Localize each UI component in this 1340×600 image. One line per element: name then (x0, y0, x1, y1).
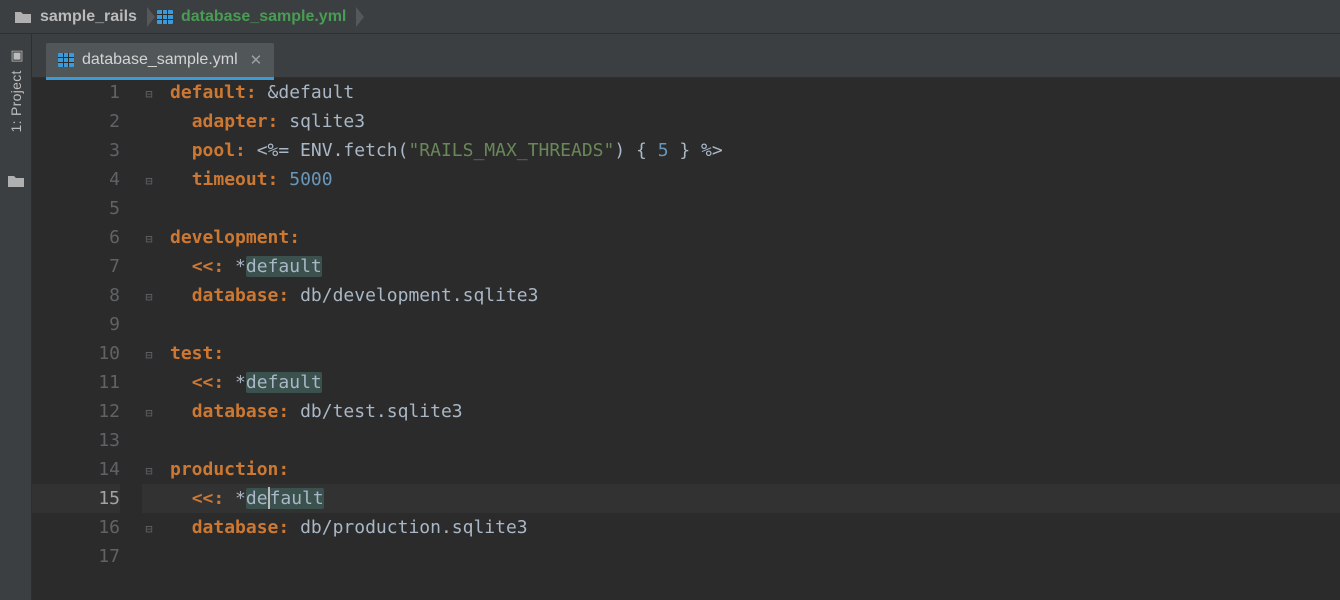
line-number: 11 (32, 368, 120, 397)
fold-cell: ⊟ (142, 78, 170, 107)
line-number: 7 (32, 252, 120, 281)
fold-cell (142, 136, 170, 165)
fold-close-icon[interactable]: ⊟ (142, 515, 156, 544)
fold-cell: ⊟ (142, 397, 170, 426)
line-number: 3 (32, 136, 120, 165)
table-icon (58, 53, 74, 67)
fold-close-icon[interactable]: ⊟ (142, 167, 156, 196)
fold-cell (142, 107, 170, 136)
fold-cell (142, 252, 170, 281)
line-number: 15 (32, 484, 120, 513)
line-number: 17 (32, 542, 120, 571)
code-line[interactable]: timeout: 5000 (170, 165, 1340, 194)
code-line[interactable]: default: &default (170, 78, 1340, 107)
line-number: 9 (32, 310, 120, 339)
fold-cell (142, 542, 170, 571)
code-line[interactable] (170, 310, 1340, 339)
line-number: 4 (32, 165, 120, 194)
fold-close-icon[interactable]: ⊟ (142, 283, 156, 312)
line-number: 10 (32, 339, 120, 368)
code-line[interactable] (170, 194, 1340, 223)
editor-tab-bar: database_sample.yml ✕ (32, 34, 1340, 78)
code-line[interactable]: development: (170, 223, 1340, 252)
line-number: 1 (32, 78, 120, 107)
fold-cell: ⊟ (142, 513, 170, 542)
code-content[interactable]: default: &default adapter: sqlite3 pool:… (170, 78, 1340, 600)
line-number-gutter: 1234567891011121314151617 (32, 78, 142, 600)
fold-close-icon[interactable]: ⊟ (142, 399, 156, 428)
fold-cell: ⊟ (142, 223, 170, 252)
close-icon[interactable]: ✕ (250, 51, 263, 69)
code-line[interactable] (170, 542, 1340, 571)
fold-cell (142, 484, 170, 513)
tab-label: database_sample.yml (82, 51, 238, 69)
line-number: 2 (32, 107, 120, 136)
line-number: 8 (32, 281, 120, 310)
editor-area: database_sample.yml ✕ 123456789101112131… (32, 34, 1340, 600)
code-line[interactable]: production: (170, 455, 1340, 484)
line-number: 13 (32, 426, 120, 455)
breadcrumb-label: sample_rails (40, 8, 137, 26)
line-number: 12 (32, 397, 120, 426)
code-line[interactable]: adapter: sqlite3 (170, 107, 1340, 136)
fold-cell: ⊟ (142, 455, 170, 484)
fold-cell: ⊟ (142, 339, 170, 368)
code-editor[interactable]: 1234567891011121314151617 ⊟ ⊟ ⊟ ⊟ ⊟ ⊟ ⊟ … (32, 78, 1340, 600)
line-number: 14 (32, 455, 120, 484)
folder-icon[interactable] (7, 172, 25, 193)
tool-window-strip: 1: Project ▣ (0, 34, 32, 600)
code-line[interactable]: <<: *default (170, 368, 1340, 397)
fold-cell (142, 310, 170, 339)
fold-cell (142, 194, 170, 223)
tool-tab-project[interactable]: 1: Project ▣ (8, 48, 24, 132)
code-line[interactable]: pool: <%= ENV.fetch("RAILS_MAX_THREADS")… (170, 136, 1340, 165)
breadcrumb-item-project[interactable]: sample_rails (8, 3, 151, 31)
fold-open-icon[interactable]: ⊟ (142, 457, 156, 486)
breadcrumb-label: database_sample.yml (181, 8, 346, 26)
fold-open-icon[interactable]: ⊟ (142, 341, 156, 370)
breadcrumb-item-file[interactable]: database_sample.yml (151, 3, 360, 31)
code-line[interactable]: database: db/test.sqlite3 (170, 397, 1340, 426)
fold-cell (142, 426, 170, 455)
fold-cell: ⊟ (142, 165, 170, 194)
table-icon (157, 10, 173, 24)
line-number: 5 (32, 194, 120, 223)
code-line[interactable] (170, 426, 1340, 455)
minimize-icon: ▣ (8, 48, 24, 64)
fold-open-icon[interactable]: ⊟ (142, 225, 156, 254)
fold-open-icon[interactable]: ⊟ (142, 80, 156, 109)
code-line[interactable]: <<: *default (170, 484, 1340, 513)
line-number: 16 (32, 513, 120, 542)
folder-icon (14, 10, 32, 24)
line-number: 6 (32, 223, 120, 252)
code-line[interactable]: <<: *default (170, 252, 1340, 281)
fold-cell (142, 368, 170, 397)
fold-gutter: ⊟ ⊟ ⊟ ⊟ ⊟ ⊟ ⊟ ⊟ (142, 78, 170, 600)
code-line[interactable]: test: (170, 339, 1340, 368)
code-line[interactable]: database: db/development.sqlite3 (170, 281, 1340, 310)
breadcrumb: sample_rails database_sample.yml (0, 0, 1340, 34)
code-line[interactable]: database: db/production.sqlite3 (170, 513, 1340, 542)
fold-cell: ⊟ (142, 281, 170, 310)
editor-tab[interactable]: database_sample.yml ✕ (46, 43, 274, 77)
